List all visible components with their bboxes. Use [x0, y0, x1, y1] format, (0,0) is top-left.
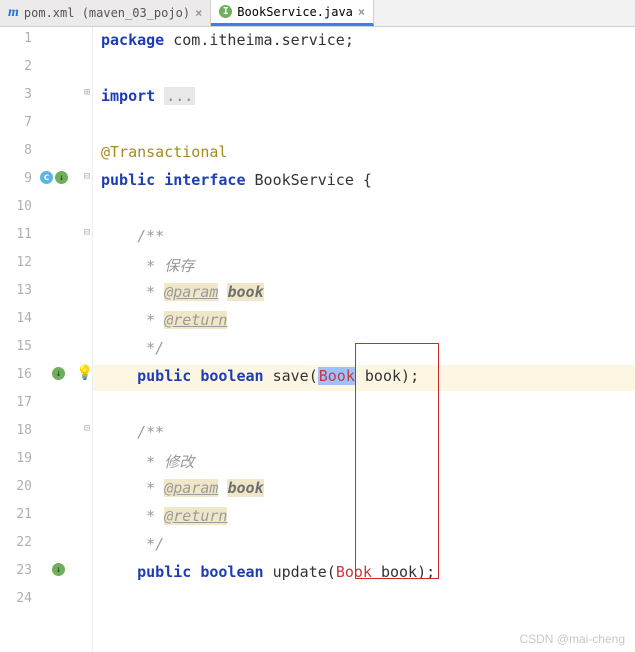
code-area[interactable]: package com.itheima.service; import ... …	[93, 27, 635, 652]
code-line: * @return	[93, 507, 635, 525]
fold-icon[interactable]: ⊟	[84, 423, 90, 434]
line-number: 22	[0, 535, 32, 550]
code-line-error: public boolean save(Book book);	[93, 365, 635, 391]
tab-label: pom.xml (maven_03_pojo)	[24, 6, 190, 20]
error-type: Book	[318, 367, 356, 385]
line-number: 10	[0, 199, 32, 214]
code-line: * 保存	[93, 255, 635, 276]
line-number: 3	[0, 87, 32, 102]
line-number: 9	[0, 171, 32, 186]
interface-file-icon: I	[219, 5, 232, 18]
fold-icon[interactable]: ⊟	[84, 227, 90, 238]
line-number: 15	[0, 339, 32, 354]
component-icon[interactable]: c	[40, 171, 53, 184]
line-number: 23	[0, 563, 32, 578]
line-number: 11	[0, 227, 32, 242]
code-line: public interface BookService {	[93, 171, 635, 189]
line-number: 2	[0, 59, 32, 74]
code-line: */	[93, 535, 635, 553]
gutter-icons: c	[40, 171, 68, 184]
gutter-icons	[52, 563, 65, 576]
code-editor: m pom.xml (maven_03_pojo) × I BookServic…	[0, 0, 635, 652]
close-icon[interactable]: ×	[358, 5, 365, 19]
implementations-icon[interactable]	[52, 367, 65, 380]
gutter: 1 2 3 ⊞ 7 8 9 c ⊟ 10 11 ⊟ 12 13 14 15 16…	[0, 27, 93, 652]
line-number: 1	[0, 31, 32, 46]
code-line: package com.itheima.service;	[93, 31, 635, 49]
line-number: 7	[0, 115, 32, 130]
line-number: 21	[0, 507, 32, 522]
line-number: 19	[0, 451, 32, 466]
tab-pom-xml[interactable]: m pom.xml (maven_03_pojo) ×	[0, 0, 211, 26]
line-number: 12	[0, 255, 32, 270]
code-line: @Transactional	[93, 143, 635, 161]
intention-bulb-icon[interactable]: 💡	[76, 365, 93, 381]
line-number: 17	[0, 395, 32, 410]
code-line: /**	[93, 227, 635, 245]
implementations-icon[interactable]	[55, 171, 68, 184]
code-line: /**	[93, 423, 635, 441]
code-line: * 修改	[93, 451, 635, 472]
line-number: 8	[0, 143, 32, 158]
line-number: 16	[0, 367, 32, 382]
line-number: 13	[0, 283, 32, 298]
fold-icon[interactable]: ⊟	[84, 171, 90, 182]
code-line: * @param book	[93, 283, 635, 301]
code-line: */	[93, 339, 635, 357]
gutter-icons	[52, 367, 65, 380]
editor-body: 1 2 3 ⊞ 7 8 9 c ⊟ 10 11 ⊟ 12 13 14 15 16…	[0, 27, 635, 652]
fold-icon[interactable]: ⊞	[84, 87, 90, 98]
line-number: 20	[0, 479, 32, 494]
line-number: 18	[0, 423, 32, 438]
line-number: 14	[0, 311, 32, 326]
code-line: * @return	[93, 311, 635, 329]
tab-label: BookService.java	[237, 5, 353, 19]
code-line: import ...	[93, 87, 635, 105]
code-line: * @param book	[93, 479, 635, 497]
close-icon[interactable]: ×	[195, 6, 202, 20]
line-number: 24	[0, 591, 32, 606]
error-type: Book	[336, 563, 372, 581]
watermark: CSDN @mai-cheng	[519, 632, 625, 646]
maven-file-icon: m	[8, 5, 19, 21]
code-line: public boolean update(Book book);	[93, 563, 635, 581]
tab-bookservice-java[interactable]: I BookService.java ×	[211, 0, 374, 26]
implementations-icon[interactable]	[52, 563, 65, 576]
tab-bar: m pom.xml (maven_03_pojo) × I BookServic…	[0, 0, 635, 27]
